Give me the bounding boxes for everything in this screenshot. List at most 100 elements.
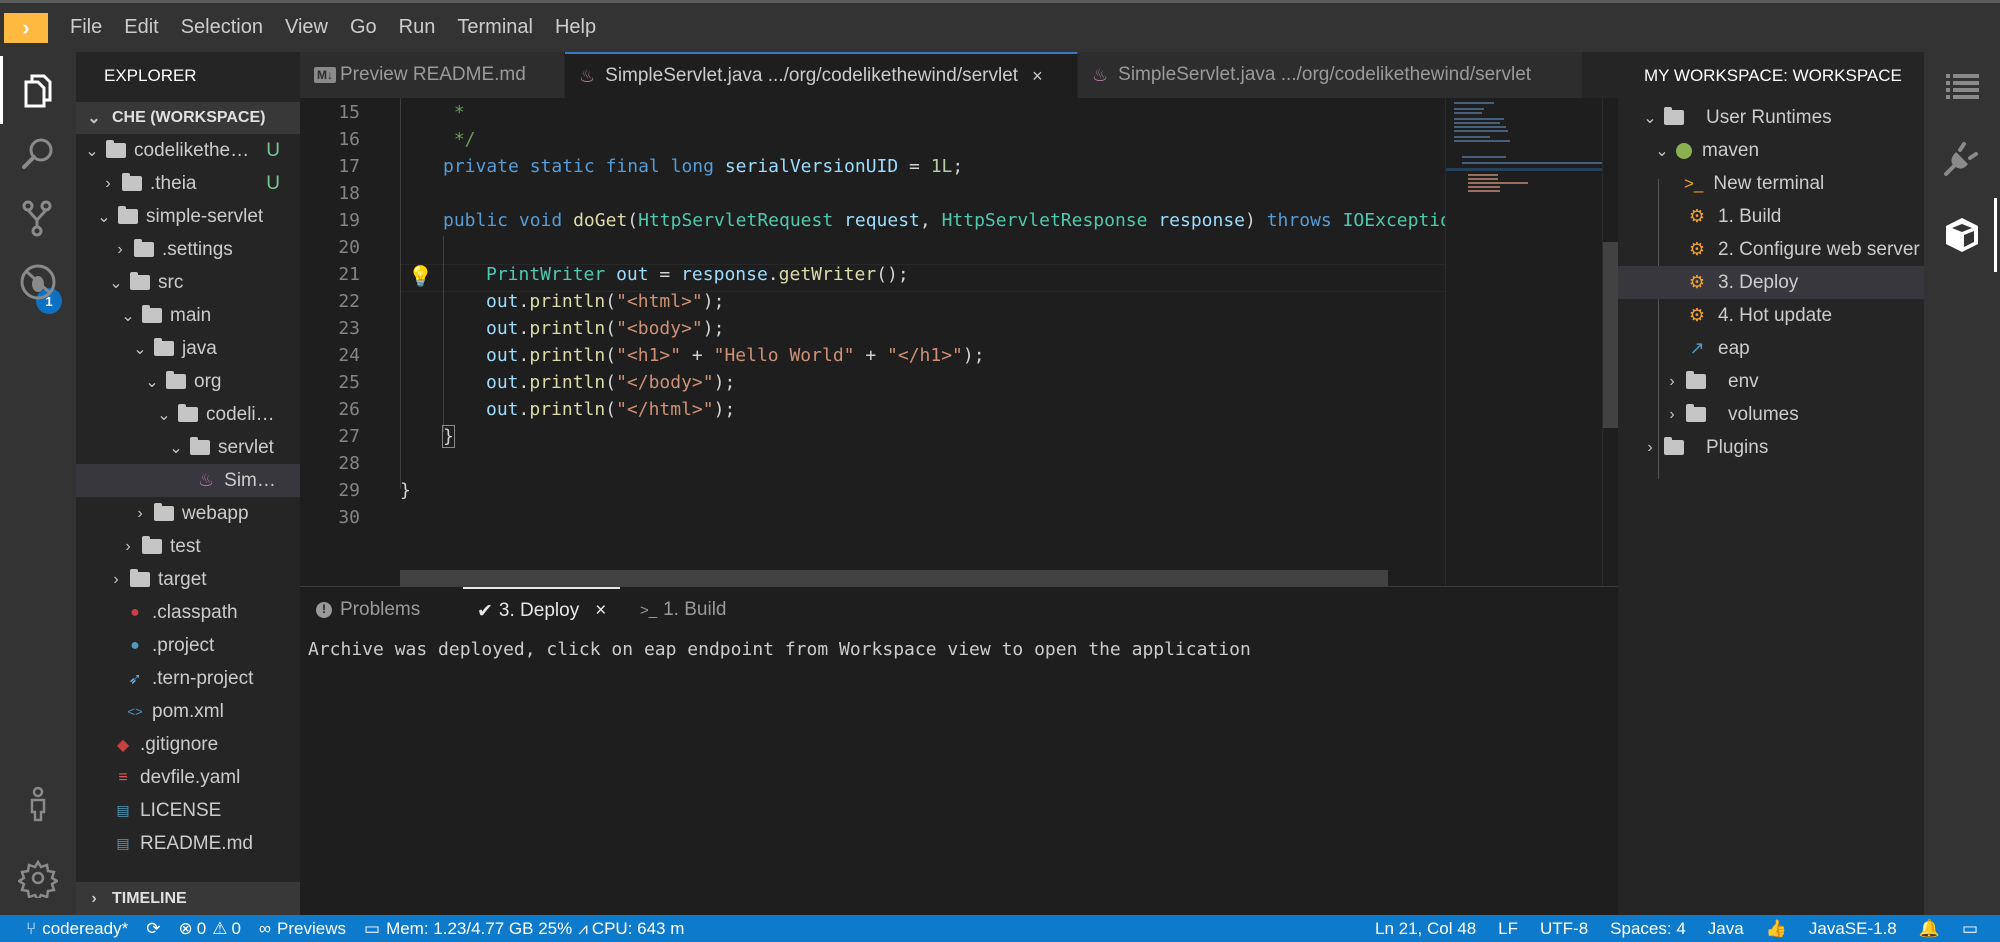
eol-status[interactable]: LF bbox=[1498, 919, 1518, 939]
menu-run[interactable]: Run bbox=[399, 16, 436, 39]
minimap[interactable] bbox=[1445, 98, 1603, 586]
scrollbar-thumb[interactable] bbox=[1603, 242, 1619, 428]
tree-item-test[interactable]: › test bbox=[76, 530, 300, 563]
outline-icon[interactable] bbox=[1924, 56, 2000, 120]
tree-item-plugins[interactable]: › Plugins bbox=[1618, 431, 1924, 464]
problems-icon: ! bbox=[316, 602, 332, 618]
tree-item-env[interactable]: › env bbox=[1618, 365, 1924, 398]
che-logo[interactable]: › bbox=[4, 12, 48, 43]
tree-item-root-folder[interactable]: ⌄ codelikethe… U bbox=[76, 134, 300, 167]
tab-simpleservlet[interactable]: ♨ SimpleServlet.java .../org/codelikethe… bbox=[1078, 52, 1583, 98]
encoding-status[interactable]: UTF-8 bbox=[1540, 919, 1588, 939]
gears-icon: ⚙ bbox=[1688, 206, 1706, 226]
runtime-status-icon bbox=[1676, 142, 1692, 159]
panel-tab-build[interactable]: >_ 1. Build bbox=[640, 587, 726, 633]
previews-status[interactable]: ∞ Previews bbox=[259, 919, 346, 939]
source-control-icon[interactable] bbox=[0, 186, 76, 250]
tree-item-simpleservlet-java[interactable]: ♨ Sim… bbox=[76, 464, 300, 497]
minimap-line bbox=[1454, 136, 1490, 138]
tree-item-user-runtimes[interactable]: ⌄ User Runtimes bbox=[1618, 101, 1924, 134]
java-runtime-status[interactable]: JavaSE-1.8 bbox=[1809, 919, 1897, 939]
thumbs-up-icon[interactable]: 👍 bbox=[1766, 919, 1787, 939]
workspace-cube-icon[interactable] bbox=[1924, 202, 2000, 266]
tree-item-simple-servlet[interactable]: ⌄ simple-servlet bbox=[76, 200, 300, 233]
code-line: } bbox=[400, 480, 411, 501]
search-icon[interactable] bbox=[0, 122, 76, 186]
panel-tab-problems[interactable]: ! Problems bbox=[316, 587, 420, 633]
tree-item-label: .settings bbox=[162, 238, 233, 260]
tree-item-org[interactable]: ⌄ org bbox=[76, 365, 300, 398]
tree-item-license[interactable]: ▤ LICENSE bbox=[76, 794, 300, 827]
tree-item-eap-endpoint[interactable]: ↗ eap bbox=[1618, 332, 1924, 365]
tree-item-readme[interactable]: ▤ README.md bbox=[76, 827, 300, 860]
toggle-panel-icon[interactable]: ▭ bbox=[1962, 919, 1978, 939]
tree-item-volumes[interactable]: › volumes bbox=[1618, 398, 1924, 431]
editor-horizontal-scrollbar[interactable] bbox=[400, 570, 1388, 586]
tree-item-maven[interactable]: ⌄ maven bbox=[1618, 134, 1924, 167]
close-tab-button[interactable]: × bbox=[1032, 66, 1043, 87]
activity-bar: 1 bbox=[0, 52, 76, 915]
tree-item-tern-project[interactable]: ➶ .tern-project bbox=[76, 662, 300, 695]
task-output[interactable]: Archive was deployed, click on eap endpo… bbox=[308, 639, 1251, 660]
tab-simpleservlet-active[interactable]: ♨ SimpleServlet.java .../org/codelikethe… bbox=[565, 52, 1078, 98]
editor-tab-bar: M↓ Preview README.md ♨ SimpleServlet.jav… bbox=[300, 52, 1618, 98]
tree-item-configure-web-server[interactable]: ⚙ 2. Configure web server bbox=[1618, 233, 1924, 266]
tree-item-label: volumes bbox=[1728, 403, 1799, 425]
tab-preview-readme[interactable]: M↓ Preview README.md bbox=[300, 52, 565, 98]
sync-icon[interactable]: ⟳ bbox=[146, 919, 160, 939]
tree-item-classpath[interactable]: ● .classpath bbox=[76, 596, 300, 629]
tree-item-new-terminal[interactable]: >_ New terminal bbox=[1618, 167, 1924, 200]
workspace-section-header[interactable]: ⌄ CHE (WORKSPACE) bbox=[76, 102, 300, 134]
tree-item-deploy[interactable]: ⚙ 3. Deploy bbox=[1618, 266, 1924, 299]
tree-item-project[interactable]: ● .project bbox=[76, 629, 300, 662]
editor-vertical-scrollbar[interactable] bbox=[1602, 98, 1619, 586]
code-editor[interactable]: 15 16 17 18 19 20 21 22 23 24 25 26 27 2… bbox=[300, 98, 1618, 586]
tree-item-gitignore[interactable]: ◆ .gitignore bbox=[76, 728, 300, 761]
git-branch-status[interactable]: ⑂ codeready* bbox=[26, 919, 128, 939]
menu-selection[interactable]: Selection bbox=[181, 16, 263, 39]
problems-status[interactable]: ⊗ 0 ⚠ 0 bbox=[178, 919, 240, 939]
menu-view[interactable]: View bbox=[285, 16, 328, 39]
explorer-icon[interactable] bbox=[0, 58, 76, 122]
tree-item-build[interactable]: ⚙ 1. Build bbox=[1618, 200, 1924, 233]
folder-icon bbox=[190, 437, 210, 455]
cursor-position[interactable]: Ln 21, Col 48 bbox=[1375, 919, 1476, 939]
tree-item-java[interactable]: ⌄ java bbox=[76, 332, 300, 365]
tree-item-webapp[interactable]: › webapp bbox=[76, 497, 300, 530]
debug-icon[interactable] bbox=[0, 250, 76, 314]
tree-item-hot-update[interactable]: ⚙ 4. Hot update bbox=[1618, 299, 1924, 332]
tree-item-label: README.md bbox=[140, 832, 253, 854]
menu-help[interactable]: Help bbox=[555, 16, 596, 39]
notifications-bell-icon[interactable]: 🔔 bbox=[1919, 919, 1940, 939]
menu-go[interactable]: Go bbox=[350, 16, 377, 39]
tree-item-pom-xml[interactable]: <> pom.xml bbox=[76, 695, 300, 728]
lightbulb-icon[interactable]: 💡 bbox=[408, 264, 433, 289]
tree-item-servlet[interactable]: ⌄ servlet bbox=[76, 431, 300, 464]
cpu-status: ⩘ CPU: 643 m bbox=[578, 918, 685, 938]
account-icon[interactable] bbox=[0, 772, 76, 836]
close-panel-tab-button[interactable]: × bbox=[595, 600, 606, 622]
previews-icon: ∞ bbox=[258, 918, 272, 938]
tree-item-codelikethewind[interactable]: ⌄ codeli… bbox=[76, 398, 300, 431]
menu-edit[interactable]: Edit bbox=[124, 16, 158, 39]
status-bar: ⑂ codeready* ⟳ ⊗ 0 ⚠ 0 ∞ Previews ▭ Mem: 1.23/… bbox=[0, 915, 2000, 942]
indentation-status[interactable]: Spaces: 4 bbox=[1610, 919, 1686, 939]
code-line: * bbox=[443, 102, 465, 123]
tree-item-theia[interactable]: › .theia U bbox=[76, 167, 300, 200]
tree-item-target[interactable]: › target bbox=[76, 563, 300, 596]
plugin-icon[interactable] bbox=[1924, 126, 2000, 190]
settings-gear-icon[interactable] bbox=[0, 846, 76, 910]
timeline-section-header[interactable]: › TIMELINE bbox=[76, 882, 300, 915]
tree-item-src[interactable]: ⌄ src bbox=[76, 266, 300, 299]
tree-item-label: test bbox=[170, 535, 201, 557]
code-line: out.println("</html>"); bbox=[486, 399, 736, 420]
tree-item-main[interactable]: ⌄ main bbox=[76, 299, 300, 332]
panel-tab-deploy[interactable]: ✔ 3. Deploy × bbox=[463, 587, 621, 633]
menu-terminal[interactable]: Terminal bbox=[457, 16, 533, 39]
tree-item-settings[interactable]: › .settings bbox=[76, 233, 300, 266]
tree-item-devfile-yaml[interactable]: ≡ devfile.yaml bbox=[76, 761, 300, 794]
chevron-down-icon: ⌄ bbox=[169, 439, 183, 457]
tree-item-label: 3. Deploy bbox=[1718, 271, 1799, 293]
language-mode[interactable]: Java bbox=[1708, 919, 1744, 939]
menu-file[interactable]: File bbox=[70, 16, 102, 39]
